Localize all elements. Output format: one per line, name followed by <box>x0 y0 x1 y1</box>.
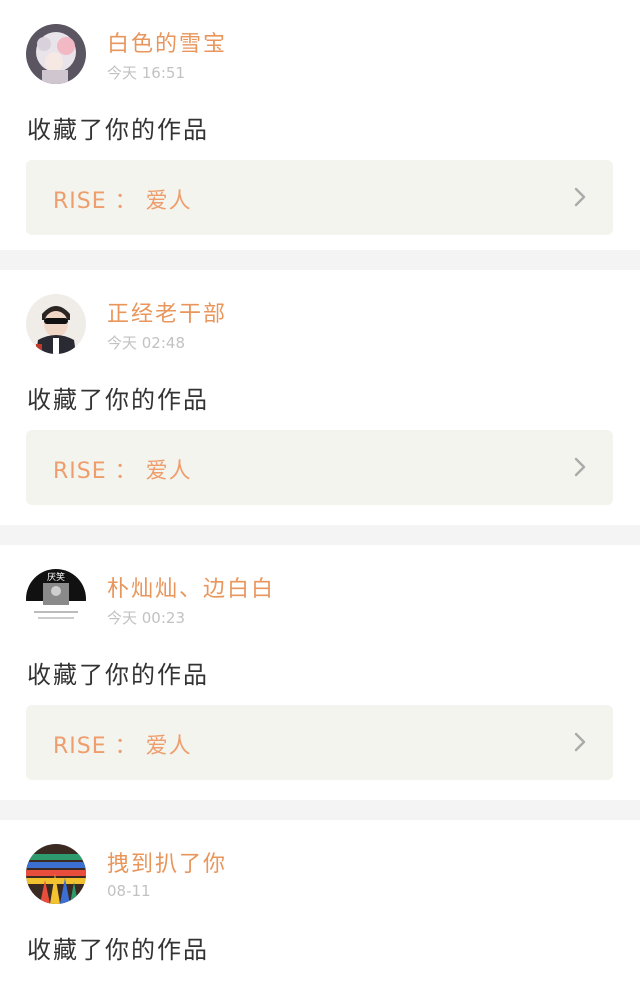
avatar[interactable]: 厌笑 <box>26 569 86 629</box>
notification-card: 厌笑 朴灿灿、边白白 今天 00:23 收藏了你的作品 RISE ： 爱人 <box>0 545 640 800</box>
user-name[interactable]: 白色的雪宝 <box>107 26 227 58</box>
user-name[interactable]: 朴灿灿、边白白 <box>107 571 275 603</box>
action-text: 收藏了你的作品 <box>27 116 209 144</box>
work-link[interactable]: RISE ： 爱人 <box>26 705 613 780</box>
chevron-right-icon <box>574 732 586 752</box>
avatar[interactable] <box>26 294 86 354</box>
avatar-caption: 厌笑 <box>47 571 65 583</box>
chevron-right-icon <box>574 457 586 477</box>
notification-card: 拽到扒了你 08-11 收藏了你的作品 <box>0 820 640 1000</box>
notification-card: 正经老干部 今天 02:48 收藏了你的作品 RISE ： 爱人 <box>0 270 640 525</box>
timestamp: 08-11 <box>107 882 151 900</box>
notification-feed: 白色的雪宝 今天 16:51 收藏了你的作品 RISE ： 爱人 正经老干部 今… <box>0 0 640 1000</box>
chevron-right-icon <box>574 187 586 207</box>
avatar[interactable] <box>26 844 86 904</box>
action-text: 收藏了你的作品 <box>27 386 209 414</box>
work-link[interactable]: RISE ： 爱人 <box>26 160 613 235</box>
user-name[interactable]: 拽到扒了你 <box>107 846 227 878</box>
notification-card: 白色的雪宝 今天 16:51 收藏了你的作品 RISE ： 爱人 <box>0 0 640 250</box>
work-title: RISE ： 爱人 <box>53 459 192 484</box>
avatar[interactable] <box>26 24 86 84</box>
work-title: RISE ： 爱人 <box>53 189 192 214</box>
action-text: 收藏了你的作品 <box>27 936 209 964</box>
user-name[interactable]: 正经老干部 <box>107 296 227 328</box>
timestamp: 今天 16:51 <box>107 64 185 82</box>
action-text: 收藏了你的作品 <box>27 661 209 689</box>
timestamp: 今天 00:23 <box>107 609 185 627</box>
work-link[interactable]: RISE ： 爱人 <box>26 430 613 505</box>
work-title: RISE ： 爱人 <box>53 734 192 759</box>
timestamp: 今天 02:48 <box>107 334 185 352</box>
